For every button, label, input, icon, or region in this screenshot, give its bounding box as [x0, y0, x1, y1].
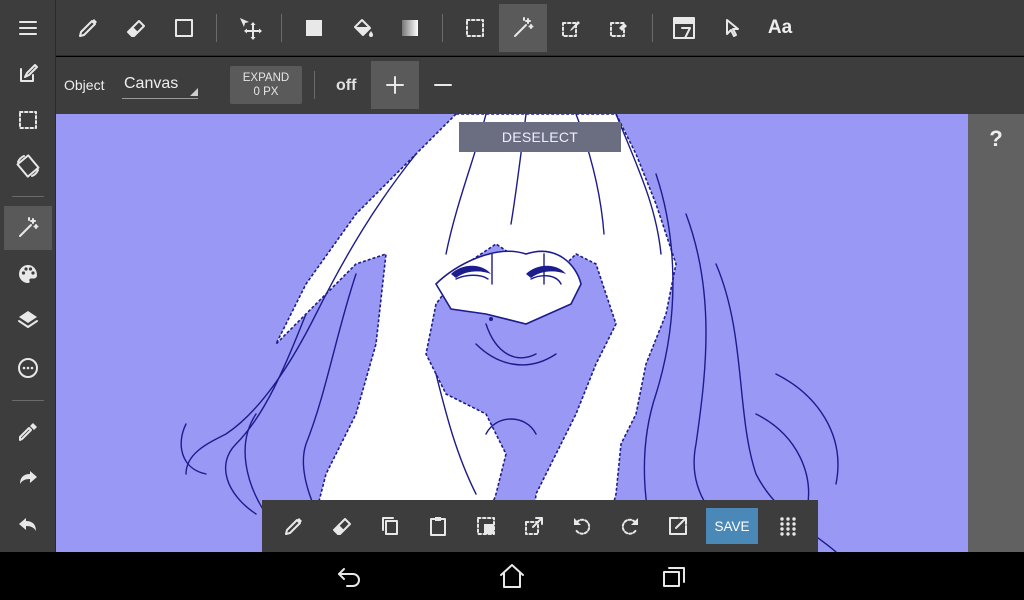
frame-tool-button[interactable]	[660, 4, 708, 52]
shape-icon	[175, 19, 193, 37]
antialias-status[interactable]: off	[336, 77, 356, 95]
minus-icon	[434, 84, 452, 86]
transform-button[interactable]	[512, 504, 556, 548]
menu-dots-icon	[18, 358, 38, 378]
save-button[interactable]: SAVE	[706, 508, 758, 544]
options-bar: Object Canvas EXPAND 0 PX off	[56, 57, 1024, 114]
more-options-button[interactable]	[766, 504, 810, 548]
nav-home-button[interactable]	[492, 558, 532, 594]
move-icon	[240, 18, 262, 40]
right-panel: ?	[968, 114, 1024, 552]
expand-button[interactable]: EXPAND 0 PX	[230, 66, 302, 104]
drawing-canvas[interactable]: DESELECT	[56, 114, 968, 552]
rotate-left-button[interactable]	[560, 504, 604, 548]
select-rect-icon	[466, 19, 484, 37]
selection-eraser-button[interactable]	[320, 504, 364, 548]
palette-icon	[19, 265, 37, 283]
palette-button[interactable]	[4, 252, 52, 296]
magic-wand-button[interactable]	[4, 206, 52, 250]
selection-toolbar: SAVE	[262, 500, 818, 552]
magic-wand-icon	[19, 217, 39, 237]
eyedropper-icon	[19, 423, 37, 441]
select-pen-tool-button[interactable]	[547, 4, 595, 52]
open-external-icon	[669, 517, 687, 535]
redo-button[interactable]	[4, 456, 52, 500]
layers-icon	[18, 311, 38, 328]
select-rect-tool-button[interactable]	[451, 4, 499, 52]
paste-button[interactable]	[416, 504, 460, 548]
object-select-value: Canvas	[124, 75, 179, 92]
eraser-tool-button[interactable]	[112, 4, 160, 52]
paste-icon	[430, 517, 446, 536]
eraser-icon	[127, 20, 145, 37]
bucket-icon	[354, 19, 373, 37]
expand-value: 0 PX	[253, 86, 279, 98]
magic-wand-icon	[514, 17, 534, 37]
rotate-right-icon	[621, 518, 638, 535]
pen-tool-button[interactable]	[64, 4, 112, 52]
transform-icon	[525, 517, 543, 535]
frame-icon	[673, 17, 695, 39]
grid-icon	[780, 517, 796, 536]
rotate-icon	[16, 154, 40, 178]
fill-rect-tool-button[interactable]	[290, 4, 338, 52]
nav-recents-button[interactable]	[654, 558, 694, 594]
fill-rect-icon	[306, 20, 322, 36]
pointer-icon	[726, 19, 739, 37]
rotate-right-button[interactable]	[608, 504, 652, 548]
line-art	[180, 114, 839, 552]
eyedropper-button[interactable]	[4, 410, 52, 454]
move-tool-button[interactable]	[226, 4, 274, 52]
add-selection-button[interactable]	[371, 61, 419, 109]
left-sidebar	[0, 0, 56, 552]
invert-selection-icon	[477, 517, 495, 535]
shape-tool-button[interactable]	[160, 4, 208, 52]
gradient-tool-button[interactable]	[386, 4, 434, 52]
expand-label: EXPAND	[242, 72, 290, 84]
rotate-canvas-button[interactable]	[4, 144, 52, 188]
redo-icon	[20, 471, 37, 484]
pen-icon	[79, 19, 97, 37]
open-external-button[interactable]	[656, 504, 700, 548]
object-select[interactable]: Canvas	[122, 73, 198, 99]
deselect-button[interactable]: DESELECT	[459, 122, 621, 152]
eraser-icon	[333, 518, 351, 535]
menu-icon	[19, 21, 37, 35]
copy-icon	[382, 517, 398, 535]
help-button[interactable]: ?	[980, 124, 1012, 154]
text-tool-button[interactable]: Aa	[756, 4, 804, 52]
dropdown-triangle-icon	[190, 88, 198, 96]
more-menu-button[interactable]	[4, 346, 52, 390]
subtract-selection-button[interactable]	[419, 61, 467, 109]
menu-button[interactable]	[4, 6, 52, 50]
copy-button[interactable]	[368, 504, 412, 548]
recents-icon	[663, 567, 685, 587]
selection-button[interactable]	[4, 98, 52, 142]
top-toolbar: Aa	[56, 0, 1024, 56]
system-nav-bar	[0, 552, 1024, 600]
home-icon	[500, 564, 524, 588]
object-label: Object	[64, 77, 105, 93]
selection-pen-button[interactable]	[272, 504, 316, 548]
pointer-tool-button[interactable]	[708, 4, 756, 52]
select-eraser-tool-button[interactable]	[595, 4, 643, 52]
undo-icon	[19, 518, 36, 531]
select-pen-icon	[562, 21, 580, 37]
layers-button[interactable]	[4, 298, 52, 342]
plus-icon	[386, 76, 404, 94]
pen-icon	[285, 518, 302, 535]
selection-icon	[19, 111, 37, 129]
undo-button[interactable]	[4, 503, 52, 547]
rotate-left-icon	[574, 518, 591, 535]
text-tool-label: Aa	[767, 17, 793, 38]
bucket-tool-button[interactable]	[338, 4, 386, 52]
back-icon	[338, 568, 360, 587]
edit-icon	[20, 64, 38, 82]
edit-button[interactable]	[4, 52, 52, 96]
gradient-icon	[402, 20, 418, 36]
nav-back-button[interactable]	[330, 558, 370, 594]
select-eraser-icon	[610, 22, 627, 37]
invert-selection-button[interactable]	[464, 504, 508, 548]
magic-wand-tool-button[interactable]	[499, 4, 547, 52]
